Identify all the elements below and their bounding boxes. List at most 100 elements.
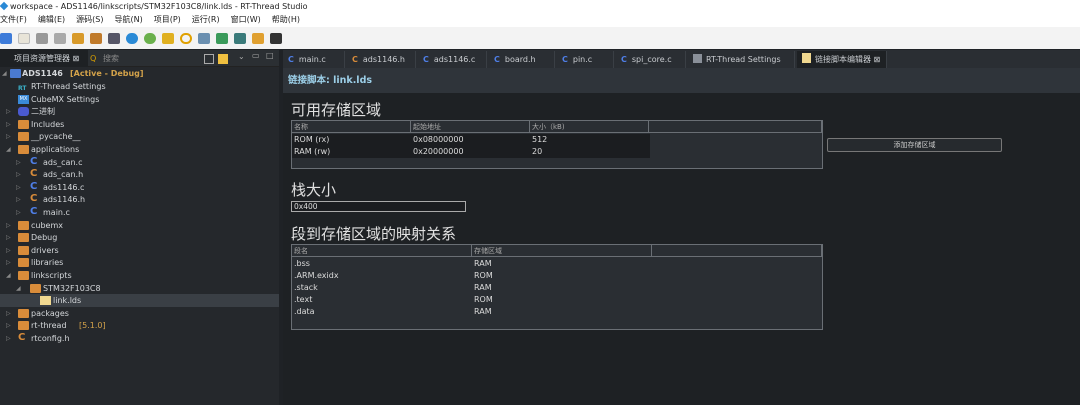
column-header[interactable]: 名称 xyxy=(292,121,411,133)
expand-arrow-icon[interactable]: ▷ xyxy=(16,156,21,169)
tab-pin-c[interactable]: Cpin.c xyxy=(557,51,614,68)
tree-item[interactable]: ▷ __pycache__ xyxy=(0,130,279,143)
expand-arrow-icon[interactable]: ▷ xyxy=(6,307,11,320)
tree-item[interactable]: ▷ 二进制 xyxy=(0,105,279,118)
tab-rt-thread-settings[interactable]: RT-Thread Settings xyxy=(688,51,795,68)
column-header[interactable]: 起始地址 xyxy=(411,121,530,133)
maximize-icon[interactable]: □ xyxy=(266,51,274,60)
menu-item[interactable]: 导航(N) xyxy=(114,13,145,27)
tree-item[interactable]: ▷ Cads1146.h xyxy=(0,193,279,206)
gear-icon[interactable] xyxy=(126,32,138,44)
tools-icon[interactable] xyxy=(108,32,120,44)
table-row[interactable]: .stack RAM xyxy=(292,282,652,294)
tab-[interactable]: 链接脚本编辑器 ⊠ xyxy=(797,51,887,68)
save-icon[interactable] xyxy=(36,32,48,44)
menu-item[interactable]: 窗口(W) xyxy=(231,13,264,27)
tree-item[interactable]: ▷ Cads_can.c xyxy=(0,156,279,169)
table-row[interactable]: .data RAM xyxy=(292,306,652,318)
expand-arrow-icon[interactable]: ▷ xyxy=(16,181,21,194)
table-row[interactable]: .text ROM xyxy=(292,294,652,306)
close-icon[interactable]: ⊠ xyxy=(874,55,881,64)
tree-item[interactable]: ▷ libraries xyxy=(0,256,279,269)
tab-board-h[interactable]: Cboard.h xyxy=(489,51,555,68)
column-header[interactable]: 段名 xyxy=(292,245,472,257)
tree-item[interactable]: ▷ Cads_can.h xyxy=(0,168,279,181)
view-menu-icon[interactable]: ⌄ xyxy=(238,52,245,61)
new-icon[interactable] xyxy=(0,32,12,44)
collapse-all-icon[interactable] xyxy=(204,54,214,64)
table-row[interactable]: ROM (rx) 0x08000000 512 xyxy=(292,134,650,146)
project-status: [Active - Debug] xyxy=(70,69,144,78)
layers-icon[interactable] xyxy=(234,32,246,44)
expand-arrow-icon[interactable]: ▷ xyxy=(6,231,11,244)
tab-ads1146-h[interactable]: Cads1146.h xyxy=(347,51,416,68)
mapping-table[interactable]: 段名 存储区域 .bss RAM .ARM.exidx ROM .stack RAM .text… xyxy=(291,244,823,330)
tree-item[interactable]: MX CubeMX Settings xyxy=(0,93,279,106)
menu-item[interactable]: 文件(F) xyxy=(0,13,30,27)
download-icon[interactable] xyxy=(216,32,228,44)
tree-item[interactable]: ◢ linkscripts xyxy=(0,269,279,282)
column-header[interactable] xyxy=(652,245,822,257)
sdk-icon[interactable] xyxy=(198,32,210,44)
tab-project-explorer[interactable]: 项目资源管理器 ⊠ xyxy=(0,50,88,67)
tab-ads1146-c[interactable]: Cads1146.c xyxy=(418,51,487,68)
tab-search[interactable]: Q 搜索 xyxy=(90,50,119,67)
tree-item[interactable]: ▷ drivers xyxy=(0,244,279,257)
tree-item[interactable]: ▷ rt-thread [5.1.0] xyxy=(0,319,279,332)
table-row[interactable]: RAM (rw) 0x20000000 20 xyxy=(292,146,650,158)
tree-item[interactable]: ▷ Includes xyxy=(0,118,279,131)
table-row[interactable]: .ARM.exidx ROM xyxy=(292,270,652,282)
expand-arrow-icon[interactable]: ▷ xyxy=(6,130,11,143)
menu-item[interactable]: 帮助(H) xyxy=(272,13,303,27)
build-icon[interactable] xyxy=(72,32,84,44)
minimize-icon[interactable]: ▭ xyxy=(252,51,260,60)
hammer-icon[interactable] xyxy=(90,32,102,44)
collapse-arrow-icon[interactable]: ◢ xyxy=(6,143,11,156)
expand-arrow-icon[interactable]: ▷ xyxy=(6,118,11,131)
new-file-icon[interactable] xyxy=(18,32,30,44)
project-root[interactable]: ◢ ADS1146 [Active - Debug] xyxy=(0,67,279,80)
expand-arrow-icon[interactable]: ▷ xyxy=(6,105,11,118)
search-icon[interactable] xyxy=(180,32,192,44)
tree-item[interactable]: ▷ packages xyxy=(0,307,279,320)
column-header[interactable]: 存储区域 xyxy=(472,245,652,257)
menu-item[interactable]: 运行(R) xyxy=(192,13,223,27)
forward-icon[interactable] xyxy=(270,32,282,44)
tree-item[interactable]: ▷ Crtconfig.h xyxy=(0,332,279,345)
column-header[interactable]: 大小（kB) xyxy=(530,121,649,133)
tree-item[interactable]: ▷ Cmain.c xyxy=(0,206,279,219)
collapse-arrow-icon[interactable]: ◢ xyxy=(2,67,7,80)
stack-size-input[interactable]: 0x400 xyxy=(291,201,466,212)
tree-item[interactable]: ◢ applications xyxy=(0,143,279,156)
expand-arrow-icon[interactable]: ▷ xyxy=(16,193,21,206)
collapse-arrow-icon[interactable]: ◢ xyxy=(6,269,11,282)
tree-item[interactable]: ◢ STM32F103C8 xyxy=(0,282,279,295)
menu-item[interactable]: 编辑(E) xyxy=(38,13,68,27)
tree-item[interactable]: ▷ Cads1146.c xyxy=(0,181,279,194)
expand-arrow-icon[interactable]: ▷ xyxy=(6,244,11,257)
tab-main-c[interactable]: Cmain.c xyxy=(283,51,345,68)
memory-table[interactable]: 名称 起始地址 大小（kB) ROM (rx) 0x08000000 512 RAM (rw… xyxy=(291,120,823,169)
add-memory-region-button[interactable]: 添加存储区域 xyxy=(827,138,1002,152)
tab-spi-core-c[interactable]: Cspi_core.c xyxy=(616,51,686,68)
back-icon[interactable] xyxy=(252,32,264,44)
collapse-arrow-icon[interactable]: ◢ xyxy=(16,282,21,295)
tree-item[interactable]: link.lds xyxy=(0,294,279,308)
expand-arrow-icon[interactable]: ▷ xyxy=(6,332,11,345)
table-row[interactable]: .bss RAM xyxy=(292,258,652,270)
tree-item[interactable]: RT RT-Thread Settings xyxy=(0,80,279,93)
tree-item[interactable]: ▷ Debug xyxy=(0,231,279,244)
menu-item[interactable]: 项目(P) xyxy=(154,13,184,27)
link-editor-icon[interactable] xyxy=(218,54,228,64)
expand-arrow-icon[interactable]: ▷ xyxy=(16,206,21,219)
expand-arrow-icon[interactable]: ▷ xyxy=(6,219,11,232)
open-folder-icon[interactable] xyxy=(162,32,174,44)
expand-arrow-icon[interactable]: ▷ xyxy=(6,319,11,332)
expand-arrow-icon[interactable]: ▷ xyxy=(16,168,21,181)
expand-arrow-icon[interactable]: ▷ xyxy=(6,256,11,269)
menu-item[interactable]: 源码(S) xyxy=(76,13,106,27)
debug-icon[interactable] xyxy=(144,32,156,44)
tree-item[interactable]: ▷ cubemx xyxy=(0,219,279,232)
column-header[interactable] xyxy=(649,121,822,133)
save-all-icon[interactable] xyxy=(54,32,66,44)
